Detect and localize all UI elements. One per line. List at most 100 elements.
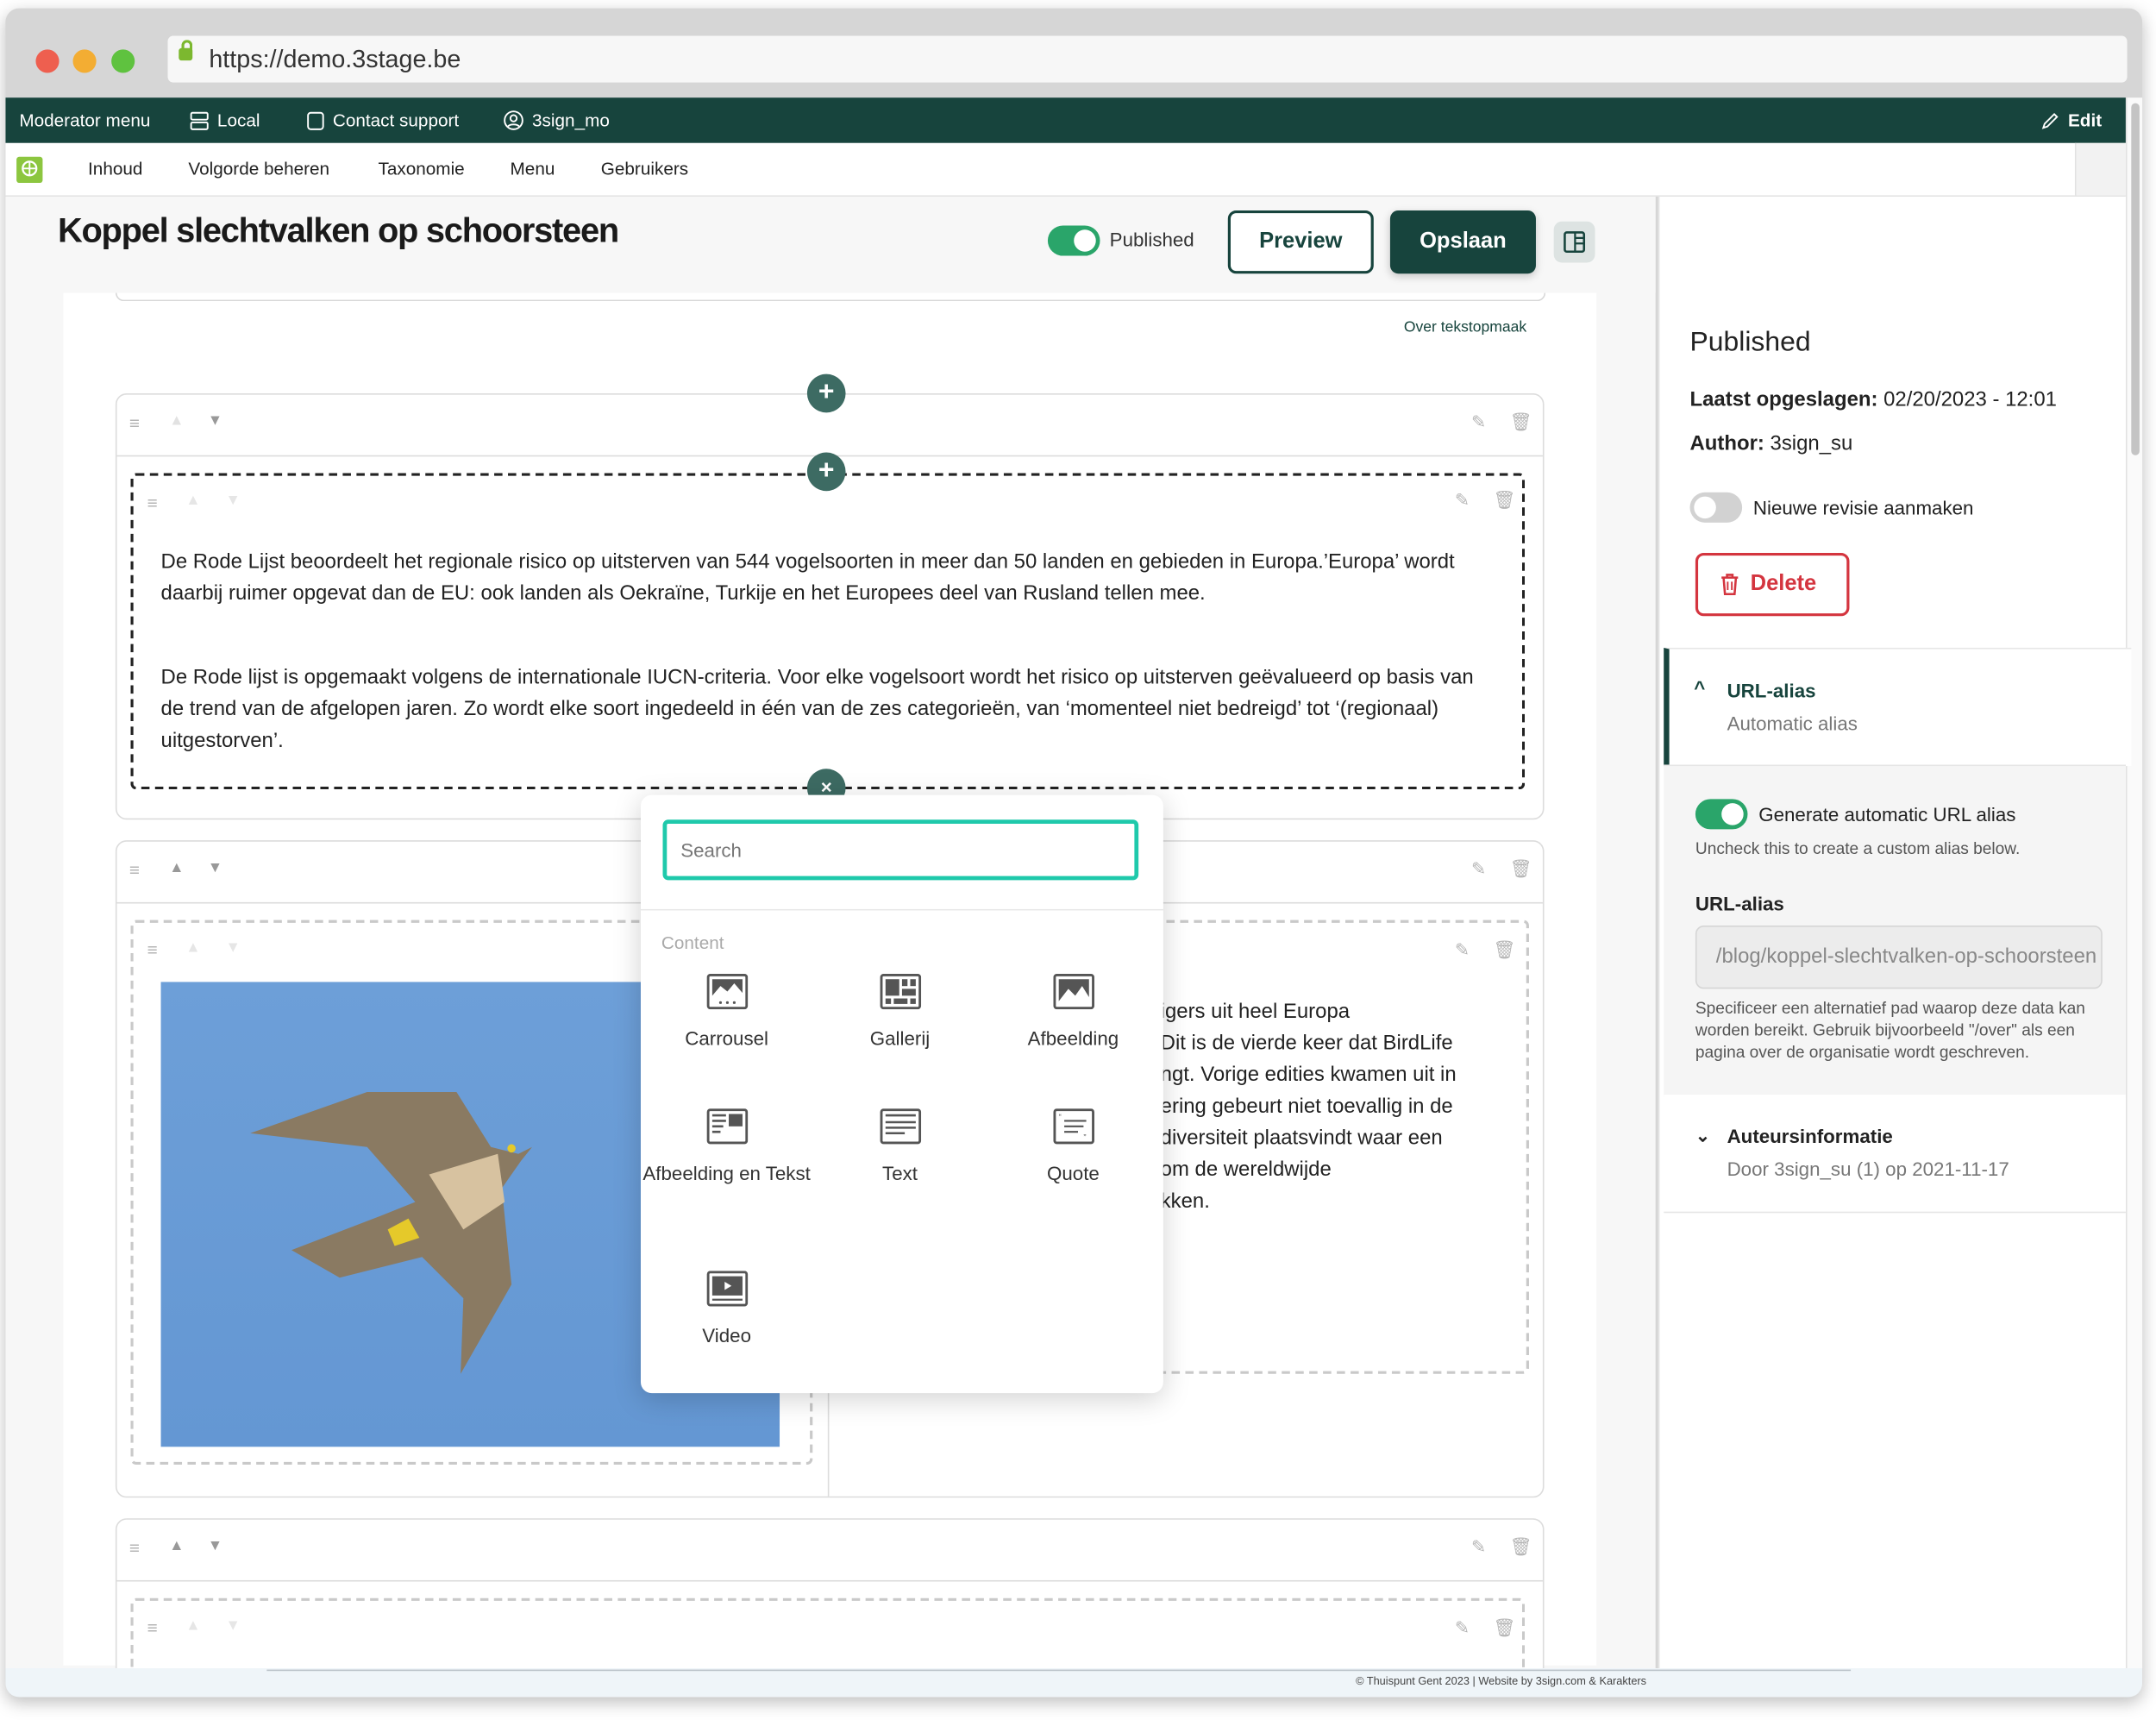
url-alias-title: URL-alias: [1727, 679, 1816, 702]
block-option-gallerij[interactable]: Gallerij: [814, 973, 986, 1050]
block-move-down-icon[interactable]: ▼: [225, 939, 240, 956]
close-window-button[interactable]: [35, 49, 60, 73]
image-text-icon: [705, 1108, 748, 1145]
new-revision-label: Nieuwe revisie aanmaken: [1752, 496, 1974, 519]
image-text-content[interactable]: igers uit heel Europa Dit is de vierde k…: [1161, 995, 1457, 1217]
delete-button[interactable]: Delete: [1695, 552, 1850, 617]
quote-icon: “”: [1052, 1108, 1094, 1145]
move-down-icon[interactable]: ▼: [208, 412, 222, 429]
block-option-text[interactable]: Text: [814, 1108, 986, 1184]
published-label: Published: [1109, 228, 1194, 251]
toggle-knob: [1074, 229, 1096, 252]
edit-card-icon[interactable]: ✎: [1471, 858, 1486, 881]
block-edit-icon[interactable]: ✎: [1455, 939, 1470, 962]
edit-paragraph-icon[interactable]: ✎: [1471, 411, 1486, 434]
nav-item-gebruikers[interactable]: Gebruikers: [601, 143, 688, 196]
move-up-icon[interactable]: ▲: [169, 412, 184, 429]
nav-item-menu[interactable]: Menu: [511, 143, 555, 196]
new-revision-toggle[interactable]: [1689, 492, 1743, 523]
block-edit-icon[interactable]: ✎: [1455, 1617, 1470, 1640]
drag-handle-icon[interactable]: ≡: [129, 412, 140, 433]
url-alias-input[interactable]: /blog/koppel-slechtvalken-op-schoorsteen: [1695, 926, 2103, 989]
add-block-above-button[interactable]: +: [806, 452, 846, 492]
moderator-bar: Moderator menu Local Contact support 3si…: [5, 97, 2126, 143]
minimize-window-button[interactable]: [72, 49, 97, 73]
moderator-menu-link[interactable]: Moderator menu: [19, 97, 150, 143]
delete-paragraph-icon[interactable]: 🗑: [1510, 411, 1532, 434]
tile-label: Carrousel: [685, 1027, 769, 1050]
last-saved-value: 02/20/2023 - 12:01: [1883, 387, 2057, 411]
author-info-section[interactable]: ⌄ Auteursinformatie Door 3sign_su (1) op…: [1664, 1095, 2126, 1214]
server-icon: [190, 110, 209, 130]
block-option-afbeelding-en-tekst[interactable]: Afbeelding en Tekst: [641, 1108, 812, 1184]
toggle-sidebar-button[interactable]: [1553, 221, 1595, 263]
author-info-summary: Door 3sign_su (1) op 2021-11-17: [1727, 1158, 2009, 1180]
nav-item-volgorde-beheren[interactable]: Volgorde beheren: [188, 143, 329, 196]
move-down-icon[interactable]: ▼: [208, 860, 222, 876]
lock-icon: [179, 40, 193, 61]
block-delete-icon[interactable]: 🗑: [1494, 1617, 1516, 1640]
block-delete-icon[interactable]: 🗑: [1494, 490, 1516, 512]
block-option-afbeelding[interactable]: Afbeelding: [987, 973, 1159, 1050]
local-link[interactable]: Local: [190, 97, 260, 143]
contact-support-label: Contact support: [332, 110, 460, 131]
add-paragraph-above-button[interactable]: +: [806, 373, 846, 413]
last-saved-label: Laatst opgeslagen:: [1689, 387, 1878, 411]
generate-alias-help: Uncheck this to create a custom alias be…: [1695, 838, 2021, 858]
admin-nav: Inhoud Volgorde beheren Taxonomie Menu G…: [5, 142, 2128, 197]
delete-card-icon[interactable]: 🗑: [1510, 858, 1532, 881]
scrollbar-thumb[interactable]: [2131, 103, 2140, 455]
block-option-video[interactable]: Video: [641, 1271, 812, 1346]
block-move-up-icon[interactable]: ▲: [185, 1617, 200, 1634]
tile-label: Gallerij: [869, 1027, 931, 1050]
block-option-quote[interactable]: “” Quote: [987, 1108, 1159, 1184]
text-paragraph-1[interactable]: De Rode Lijst beoordeelt het regionale r…: [161, 546, 1502, 609]
text-line: ngt. Vorige edities kwamen uit in: [1160, 1063, 1457, 1087]
url-alias-section[interactable]: ^ URL-alias Automatic alias: [1664, 647, 2132, 767]
block-search-input[interactable]: Search: [662, 819, 1139, 881]
move-down-icon[interactable]: ▼: [208, 1538, 222, 1554]
maximize-window-button[interactable]: [111, 49, 135, 73]
page-title: Koppel slechtvalken op schoorsteen: [57, 211, 619, 251]
block-move-down-icon[interactable]: ▼: [225, 1617, 240, 1634]
nav-item-inhoud[interactable]: Inhoud: [88, 143, 142, 196]
author-info-title: Auteursinformatie: [1727, 1125, 1893, 1147]
move-up-icon[interactable]: ▲: [169, 1538, 184, 1554]
text-line: diversiteit plaatsvindt waar een: [1160, 1126, 1443, 1150]
edit-link[interactable]: Edit: [2040, 97, 2102, 143]
tile-label: Afbeelding en Tekst: [642, 1162, 811, 1184]
author-label: Author:: [1689, 431, 1764, 455]
toggle-knob: [1721, 803, 1744, 825]
site-logo[interactable]: [16, 156, 43, 184]
block-delete-icon[interactable]: 🗑: [1494, 939, 1516, 962]
text-paragraph-2[interactable]: De Rode lijst is opgemaakt volgens de in…: [161, 662, 1502, 756]
page-scrollbar[interactable]: [2125, 97, 2143, 1669]
preview-button[interactable]: Preview: [1227, 210, 1374, 274]
nav-tray: [2074, 142, 2128, 196]
save-button[interactable]: Opslaan: [1389, 210, 1536, 274]
block-move-up-icon[interactable]: ▲: [185, 939, 200, 956]
block-drag-handle-icon[interactable]: ≡: [147, 939, 158, 960]
block-move-down-icon[interactable]: ▼: [225, 493, 240, 509]
address-bar[interactable]: https://demo.3stage.be: [167, 35, 2128, 83]
published-toggle[interactable]: [1047, 225, 1100, 256]
url-alias-summary: Automatic alias: [1727, 712, 1858, 735]
block-move-up-icon[interactable]: ▲: [185, 493, 200, 509]
contact-support-link[interactable]: Contact support: [307, 97, 460, 143]
username-label: 3sign_mo: [532, 110, 610, 131]
block-drag-handle-icon[interactable]: ≡: [147, 1617, 158, 1638]
url-alias-help: Specificeer een alternatief pad waarop d…: [1695, 998, 2085, 1062]
move-up-icon[interactable]: ▲: [169, 860, 184, 876]
author: Author: 3sign_su: [1690, 432, 1853, 455]
generate-alias-toggle[interactable]: [1695, 799, 1748, 830]
block-option-carrousel[interactable]: Carrousel: [641, 973, 812, 1050]
user-menu-link[interactable]: 3sign_mo: [504, 97, 610, 143]
text-format-link[interactable]: Over tekstopmaak: [1404, 319, 1526, 336]
drag-handle-icon[interactable]: ≡: [129, 1538, 140, 1559]
nav-item-taxonomie[interactable]: Taxonomie: [378, 143, 464, 196]
drag-handle-icon[interactable]: ≡: [129, 860, 140, 881]
delete-card-icon[interactable]: 🗑: [1510, 1536, 1532, 1559]
block-edit-icon[interactable]: ✎: [1455, 490, 1470, 512]
edit-card-icon[interactable]: ✎: [1471, 1536, 1486, 1559]
block-drag-handle-icon[interactable]: ≡: [147, 493, 158, 513]
